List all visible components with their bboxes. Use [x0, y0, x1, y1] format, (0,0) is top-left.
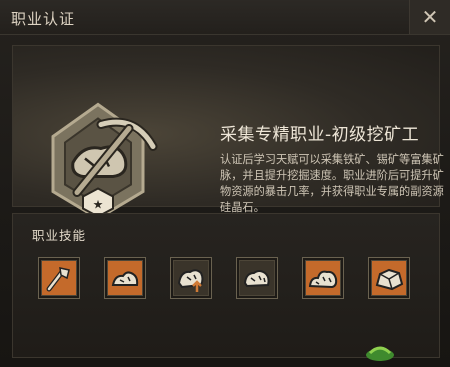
skill-slot-6[interactable] [368, 257, 410, 299]
site-logo-icon [366, 346, 394, 361]
shovel-skill-icon [42, 261, 76, 295]
skills-label: 职业技能 [32, 228, 87, 243]
close-button[interactable]: ✕ [409, 0, 450, 34]
certification-window: 职业认证 ✕ ★ 采集专精职业-初级挖矿工 认证后学习天赋可以采集铁矿、锡矿等富… [0, 0, 450, 367]
skill-slot-5[interactable] [302, 257, 344, 299]
ore-rock-skill-icon [240, 261, 274, 295]
skill-slot-3[interactable] [170, 257, 212, 299]
skills-panel: 职业技能 [12, 213, 440, 358]
profession-description: 认证后学习天赋可以采集铁矿、锡矿等富集矿脉，并且提升挖掘速度。职业进阶后可提升矿… [220, 153, 444, 214]
ore-upgrade-skill-icon [174, 261, 208, 295]
crystal-rock-skill-icon [372, 261, 406, 295]
ore-cluster-skill-icon [306, 261, 340, 295]
profession-name: 采集专精职业-初级挖矿工 [220, 125, 420, 145]
skill-slot-1[interactable] [38, 257, 80, 299]
window-title: 职业认证 [11, 10, 76, 28]
profession-panel: ★ 采集专精职业-初级挖矿工 认证后学习天赋可以采集铁矿、锡矿等富集矿脉，并且提… [12, 45, 444, 221]
svg-text:★: ★ [93, 198, 104, 212]
close-icon: ✕ [421, 5, 439, 29]
skill-slot-2[interactable] [104, 257, 146, 299]
ore-pile-skill-icon [108, 261, 142, 295]
title-bar: 职业认证 ✕ [0, 0, 450, 35]
skill-slot-4[interactable] [236, 257, 278, 299]
